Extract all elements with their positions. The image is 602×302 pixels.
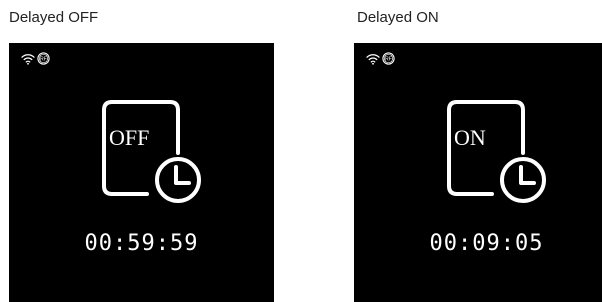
countdown-timer: 00:09:05	[429, 231, 544, 256]
countdown-timer: 00:59:59	[84, 231, 199, 256]
status-bar: RF	[366, 52, 395, 65]
rf-icon: RF	[37, 52, 50, 65]
rf-icon: RF	[382, 52, 395, 65]
svg-text:RF: RF	[385, 56, 392, 62]
device-state-label: ON	[454, 125, 486, 150]
device-screen-delayed-off: RF OFF 00:59:59	[9, 43, 274, 302]
panel-caption-delayed-on: Delayed ON	[357, 9, 439, 26]
device-screen-delayed-on: RF ON 00:09:05	[354, 43, 602, 302]
delayed-timer-icon	[102, 100, 201, 203]
svg-text:RF: RF	[40, 56, 47, 62]
status-bar: RF	[21, 52, 50, 65]
panel-caption-delayed-off: Delayed OFF	[9, 9, 99, 26]
wifi-icon	[366, 53, 380, 65]
device-state-label: OFF	[109, 125, 150, 150]
delayed-timer-icon	[447, 100, 546, 203]
delay-timer-comparison: Delayed OFF RF OFF 00:59:59 Delayed ON R…	[0, 0, 602, 302]
wifi-icon	[21, 53, 35, 65]
